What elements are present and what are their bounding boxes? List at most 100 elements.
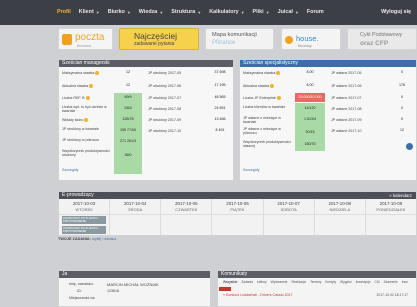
banner-title: Mapa komunikacji [212, 32, 257, 38]
info-icon [270, 84, 275, 89]
calendar-event[interactable]: ZADZWONIĆ DO KLIENTA / PRZYPOMNIENIE [62, 216, 106, 224]
faq-banner[interactable]: Najczęściej zadawane pytania [119, 28, 199, 50]
calendar-day[interactable]: 2017-10-08 NIEDZIELA [314, 199, 366, 235]
nav-item-forum[interactable]: Forum [307, 9, 324, 15]
nav-item-biurko[interactable]: Biurko ▼ [108, 9, 131, 15]
tab-cm[interactable]: CM [375, 280, 380, 284]
jp-label: JP struktury 2017-05 [148, 71, 182, 75]
calendar-day[interactable]: 2017-10-09 PONIEDZIAŁEK [365, 199, 416, 235]
details-link[interactable]: Szczegóły [243, 168, 259, 172]
nav-item-klient[interactable]: Klient ▼ [79, 9, 100, 15]
tab-realizacje[interactable]: Realizacje [291, 280, 306, 284]
day-name: SOBOTA [280, 207, 297, 212]
day-date: 2017-10-08 [328, 201, 351, 206]
banner-title: poczta [75, 32, 105, 43]
jp-value: 0 [401, 117, 403, 121]
tab-zdarzenie[interactable]: Zdarzenie [384, 280, 398, 284]
calendar-day[interactable]: 2017-10-06 PIĄTEK [212, 199, 264, 235]
message-tabs: Wszystkie Zadania Lettery Wydarzenie Rea… [223, 280, 416, 284]
chevron-down-icon: ▼ [240, 9, 245, 15]
tab-wydarzenie[interactable]: Wydarzenie [271, 280, 288, 284]
banner-subtitle: oraz CFP [360, 40, 389, 47]
mapa-komunikacji-banner[interactable]: Mapa komunikacji Pfinance [205, 28, 274, 50]
stat-value: 20/15 [305, 130, 315, 134]
jp-label: JP struktury 2017-10 [148, 129, 182, 133]
stat-label: JP struktury w półroczu [62, 138, 100, 142]
unread-marker [219, 287, 231, 291]
scroll-up-button[interactable] [406, 143, 413, 150]
stat-label: Aktualna stawka [62, 84, 94, 89]
jp-label: JP struktury 2017-09 [148, 118, 182, 122]
nav-item-label: Profil [57, 9, 71, 15]
stat-value: 25 000/10 000 [298, 95, 322, 99]
calendar-week: 2017-10-03 WTOREK ZADZWONIĆ DO KLIENTA /… [59, 199, 416, 235]
stat-value: 14/120 [304, 106, 316, 110]
jp-value: 24 891 [214, 106, 226, 110]
nav-item-kalkulatory[interactable]: Kalkulatory ▼ [209, 9, 244, 15]
main-menu: Profil Klient ▼ Biurko ▼ Wiedza ▼ Struktura… [57, 9, 332, 15]
panel-title: E-prowadzący [59, 192, 416, 199]
day-name: WTOREK [75, 207, 93, 212]
cykl-banner[interactable]: Cykl Podstawowy oraz CFP [347, 28, 417, 50]
chevron-down-icon: ▼ [294, 9, 299, 15]
message-date: 2017-10-02 18:17:17 [376, 293, 408, 297]
banner-subtitle: firmowa [77, 43, 92, 48]
info-icon [89, 84, 94, 89]
stat-value: 36/0 [124, 153, 132, 157]
jp-value: 0 [401, 95, 403, 99]
calendar-day[interactable]: 2017-10-03 WTOREK ZADZWONIĆ DO KLIENTA /… [59, 199, 111, 235]
stat-value: 12 [126, 83, 130, 87]
poczta-banner[interactable]: poczta firmowa [58, 28, 113, 50]
jp-label: JP własne 2017-10 [331, 129, 362, 133]
jp-value: 12 [400, 128, 404, 132]
details-link[interactable]: Szczegóły [62, 168, 78, 172]
stat-label: Współczynnik produktywności struktury [62, 149, 110, 157]
jp-label: JP własne 2017-08 [331, 107, 362, 111]
calendar-panel: E-prowadzący » kalendarz 2017-10-03 WTOR… [58, 191, 417, 236]
top-navigation-bar: Profil Klient ▼ Biurko ▼ Wiedza ▼ Struktura… [0, 0, 417, 25]
nav-item-juical[interactable]: Juicał ▼ [278, 9, 299, 15]
profile-id: 123618 [107, 289, 119, 293]
jp-label: JP własne 2017-07 [331, 96, 362, 100]
profile-label: ID: [77, 289, 82, 293]
tab-wszystkie[interactable]: Wszystkie [223, 280, 237, 284]
nav-item-struktura[interactable]: Struktura ▼ [171, 9, 201, 15]
day-date: 2017-10-05 [175, 201, 198, 206]
calendar-day[interactable]: 2017-10-04 ŚRODA [110, 199, 162, 235]
message-link[interactable]: » Konkurs Leadarhall - Drivers Cassio 20… [223, 293, 293, 297]
stat-value: 1/6/2 [124, 106, 132, 110]
tab-lettery[interactable]: Lettery [257, 280, 267, 284]
stat-label: Aktualna stawka [243, 84, 275, 89]
info-icon [276, 71, 281, 76]
logout-link[interactable]: Wyloguj się [381, 9, 411, 15]
stat-label: Liczba REF. B [62, 96, 90, 101]
stat-label: JP struktury w kwartale [62, 127, 99, 131]
tab-inwestycje[interactable]: Inwestycje [356, 280, 371, 284]
stat-label: Wkłady klubu [62, 118, 89, 123]
panel-title: Sześcian specjalistyczny [240, 60, 416, 67]
nav-item-label: Kalkulatory [209, 9, 239, 15]
stat-label: Liczba wpt. to być okresie w kwartale [62, 105, 107, 113]
tasks-link[interactable]: wyślij / zobacz [92, 237, 116, 241]
day-name: PIĄTEK [230, 207, 245, 212]
calendar-event[interactable]: ZADZWONIĆ DO KLIENTA / PRZYPOMNIENIE [62, 226, 106, 234]
info-icon [85, 96, 90, 101]
calendar-day[interactable]: 2017-10-05 CZWARTEK [161, 199, 213, 235]
tab-terminy[interactable]: Terminy [310, 280, 321, 284]
tab-inne[interactable]: Inne [402, 280, 408, 284]
tab-wygasn[interactable]: Wygaśn [340, 280, 352, 284]
tab-zadania[interactable]: Zadania [241, 280, 253, 284]
nav-item-pliki[interactable]: Pliki ▼ [253, 9, 270, 15]
nav-item-wiedza[interactable]: Wiedza ▼ [139, 9, 164, 15]
banner-subtitle: firmowy [298, 43, 312, 48]
stat-value: 128/78 [122, 117, 134, 121]
nav-item-profil[interactable]: Profil [57, 9, 71, 15]
house-banner[interactable]: house. firmowy [281, 28, 341, 50]
day-name: NIEDZIELA [329, 207, 351, 212]
calendar-link[interactable]: » kalendarz [389, 192, 412, 199]
stat-label: JP własne z miesiące w półroczu [243, 127, 281, 135]
calendar-day[interactable]: 2017-10-07 SOBOTA [263, 199, 315, 235]
profile-panel: Ja Imię, nazwisko: MARCIN MICHAŁ WOŹNIAK… [58, 270, 211, 307]
day-date: 2017-10-03 [72, 201, 96, 206]
tab-kredyty[interactable]: Kredyty [325, 280, 336, 284]
